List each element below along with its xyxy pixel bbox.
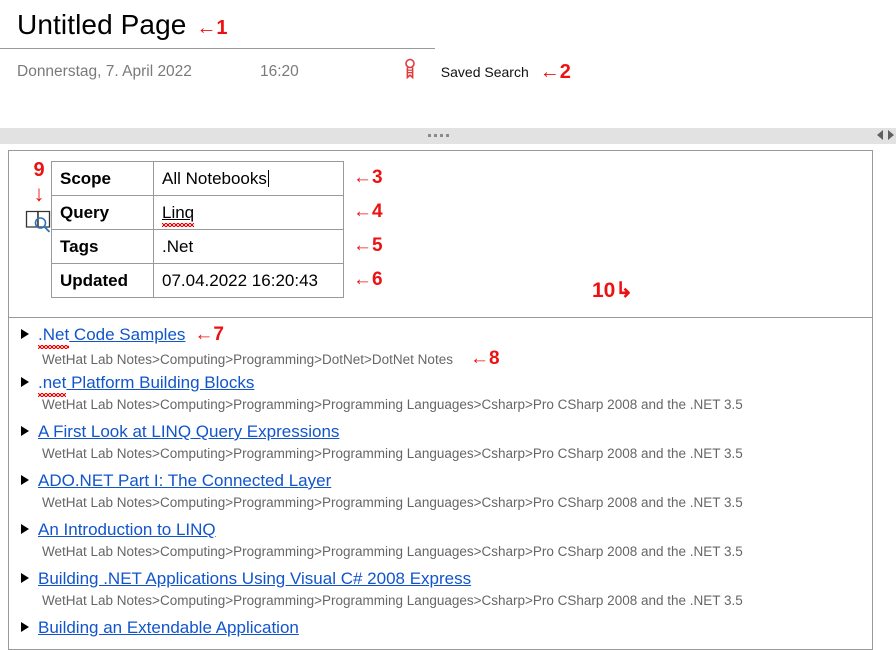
saved-search-label: Saved Search [440, 63, 529, 80]
result-title-row[interactable]: .net Platform Building Blocks [9, 373, 872, 397]
result-link[interactable]: ADO.NET Part I: The Connected Layer [38, 471, 331, 491]
result-title-row[interactable]: A First Look at LINQ Query Expressions [9, 422, 872, 446]
saved-search-tag[interactable]: Saved Search [403, 58, 529, 85]
page-time: 16:20 [260, 62, 299, 80]
result-breadcrumb: WetHat Lab Notes>Computing>Programming>P… [42, 544, 743, 559]
query-field-label: Updated [51, 263, 154, 298]
query-tags-value[interactable]: .Net [153, 229, 344, 264]
expand-triangle-icon[interactable] [21, 524, 29, 534]
result-path-row: WetHat Lab Notes>Computing>Programming>D… [9, 348, 872, 373]
result-title-row[interactable]: An Introduction to LINQ [9, 520, 872, 544]
horizontal-scrollbar[interactable] [877, 130, 894, 140]
list-item: An Introduction to LINQ WetHat Lab Notes… [9, 520, 872, 569]
query-query-text: Linq [162, 202, 195, 227]
annotation-marker-column: ←3 ←4 ←5 ←6 [353, 161, 413, 297]
page-title[interactable]: Untitled Page [17, 6, 186, 44]
result-link[interactable]: An Introduction to LINQ [38, 520, 216, 540]
query-query-value[interactable]: Linq [153, 195, 344, 230]
result-link[interactable]: Building an Extendable Application [38, 618, 299, 638]
annotation-marker-2: ←2 [539, 60, 571, 83]
result-title-row[interactable]: Building an Extendable Application [9, 618, 872, 642]
result-title-row[interactable]: ADO.NET Part I: The Connected Layer [9, 471, 872, 495]
annotation-marker-3: ←3 [353, 167, 383, 188]
misspelled-fragment: .net [38, 373, 67, 397]
expand-triangle-icon[interactable] [21, 377, 29, 387]
query-definition-section: 9 ↓ Scope All Notebooks Query Linq Tags … [9, 151, 872, 318]
annotation-marker-7: ←7 [194, 324, 224, 345]
annotation-marker-1: ←1 [196, 17, 228, 39]
expand-triangle-icon[interactable] [21, 573, 29, 583]
list-item: A First Look at LINQ Query Expressions W… [9, 422, 872, 471]
table-row: Scope All Notebooks [51, 161, 344, 196]
list-item: ADO.NET Part I: The Connected Layer WetH… [9, 471, 872, 520]
expand-triangle-icon[interactable] [21, 622, 29, 632]
result-title-row[interactable]: .Net Code Samples ←7 [9, 324, 872, 349]
page-header: Untitled Page ←1 Donnerstag, 7. April 20… [0, 0, 896, 85]
page-title-row: Untitled Page ←1 [0, 0, 896, 44]
result-path-row: WetHat Lab Notes>Computing>Programming>P… [9, 593, 872, 618]
search-results-list: .Net Code Samples ←7 WetHat Lab Notes>Co… [9, 318, 872, 642]
misspelled-fragment: .Net [38, 325, 70, 349]
result-path-row: WetHat Lab Notes>Computing>Programming>P… [9, 544, 872, 569]
expand-triangle-icon[interactable] [21, 475, 29, 485]
query-scope-text: All Notebooks [162, 168, 267, 188]
splitter-bar[interactable] [0, 128, 896, 144]
query-field-label: Tags [51, 229, 154, 264]
splitter-grip-icon[interactable] [428, 134, 449, 137]
result-link[interactable]: .net Platform Building Blocks [38, 373, 254, 397]
saved-search-container: 9 ↓ Scope All Notebooks Query Linq Tags … [8, 150, 873, 650]
result-path-row: WetHat Lab Notes>Computing>Programming>P… [9, 446, 872, 471]
list-item: Building an Extendable Application [9, 618, 872, 642]
result-title-row[interactable]: Building .NET Applications Using Visual … [9, 569, 872, 593]
annotation-marker-5: ←5 [353, 235, 383, 256]
result-link[interactable]: A First Look at LINQ Query Expressions [38, 422, 339, 442]
table-row: Updated 07.04.2022 16:20:43 [51, 263, 344, 298]
query-field-label: Query [51, 195, 154, 230]
table-row: Tags .Net [51, 229, 344, 264]
table-row: Query Linq [51, 195, 344, 230]
result-breadcrumb: WetHat Lab Notes>Computing>Programming>P… [42, 593, 743, 608]
list-item: .Net Code Samples ←7 WetHat Lab Notes>Co… [9, 324, 872, 373]
page-meta-row: Donnerstag, 7. April 2022 16:20 Saved Se… [0, 49, 896, 85]
query-field-label: Scope [51, 161, 154, 196]
ribbon-tag-icon [403, 58, 417, 85]
query-scope-value[interactable]: All Notebooks [153, 161, 344, 196]
result-path-row: WetHat Lab Notes>Computing>Programming>P… [9, 495, 872, 520]
expand-triangle-icon[interactable] [21, 426, 29, 436]
page-date: Donnerstag, 7. April 2022 [17, 62, 192, 80]
result-link[interactable]: .Net Code Samples [38, 325, 185, 349]
annotation-marker-10: 10↳ [592, 279, 633, 302]
result-path-row: WetHat Lab Notes>Computing>Programming>P… [9, 397, 872, 422]
result-breadcrumb: WetHat Lab Notes>Computing>Programming>P… [42, 446, 743, 461]
result-breadcrumb: WetHat Lab Notes>Computing>Programming>P… [42, 495, 743, 510]
annotation-marker-4: ←4 [353, 201, 383, 222]
expand-triangle-icon[interactable] [21, 329, 29, 339]
result-link[interactable]: Building .NET Applications Using Visual … [38, 569, 471, 589]
annotation-marker-6: ←6 [353, 269, 383, 290]
result-breadcrumb: WetHat Lab Notes>Computing>Programming>P… [42, 397, 743, 412]
result-breadcrumb: WetHat Lab Notes>Computing>Programming>D… [42, 352, 453, 367]
scroll-left-arrow-icon[interactable] [877, 130, 883, 140]
list-item: Building .NET Applications Using Visual … [9, 569, 872, 618]
query-properties-table: Scope All Notebooks Query Linq Tags .Net… [51, 161, 344, 298]
list-item: .net Platform Building Blocks WetHat Lab… [9, 373, 872, 422]
scroll-right-arrow-icon[interactable] [888, 130, 894, 140]
annotation-marker-8: ←8 [469, 348, 500, 369]
query-updated-value: 07.04.2022 16:20:43 [153, 263, 344, 298]
